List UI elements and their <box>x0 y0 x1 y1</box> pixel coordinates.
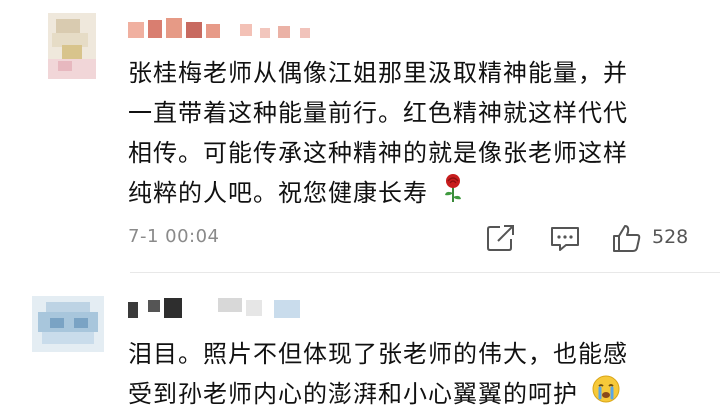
comment-item: 张桂梅老师从偶像江姐那里汲取精神能量，并 一直带着这种能量前行。红色精神就这样代… <box>0 0 720 272</box>
share-icon <box>487 225 514 251</box>
comment-text-line: 一直带着这种能量前行。红色精神就这样代代 <box>128 99 628 127</box>
comment-text-line: 纯粹的人吧。祝您健康长寿 <box>128 173 688 215</box>
like-icon <box>613 225 641 252</box>
comment-text: 泪目。照片不但体现了张老师的伟大，也能感 受到孙老师内心的澎湃和小心翼翼的呵护 <box>128 334 688 416</box>
comment-text-line: 张桂梅老师从偶像江姐那里汲取精神能量，并 <box>128 59 628 87</box>
username-blurred[interactable] <box>128 14 328 40</box>
timestamp: 7-1 00:04 <box>128 226 220 247</box>
comment-item: 泪目。照片不但体现了张老师的伟大，也能感 受到孙老师内心的澎湃和小心翼翼的呵护 <box>0 274 720 420</box>
avatar[interactable] <box>32 296 104 352</box>
like-count: 528 <box>652 226 689 248</box>
rose-emoji <box>441 173 465 215</box>
avatar[interactable] <box>48 13 96 79</box>
comment-text: 张桂梅老师从偶像江姐那里汲取精神能量，并 一直带着这种能量前行。红色精神就这样代… <box>128 53 688 215</box>
like-button[interactable]: 528 <box>610 222 700 254</box>
comment-text-line: 受到孙老师内心的澎湃和小心翼翼的呵护 <box>128 374 688 416</box>
username-blurred[interactable] <box>128 294 318 320</box>
crying-emoji <box>591 374 621 416</box>
reply-button[interactable] <box>548 222 582 254</box>
reply-icon <box>551 227 579 251</box>
comment-divider <box>130 272 720 273</box>
comment-text-line: 泪目。照片不但体现了张老师的伟大，也能感 <box>128 340 628 368</box>
share-button[interactable] <box>484 222 518 254</box>
comment-text-line: 相传。可能传承这种精神的就是像张老师这样 <box>128 139 628 167</box>
